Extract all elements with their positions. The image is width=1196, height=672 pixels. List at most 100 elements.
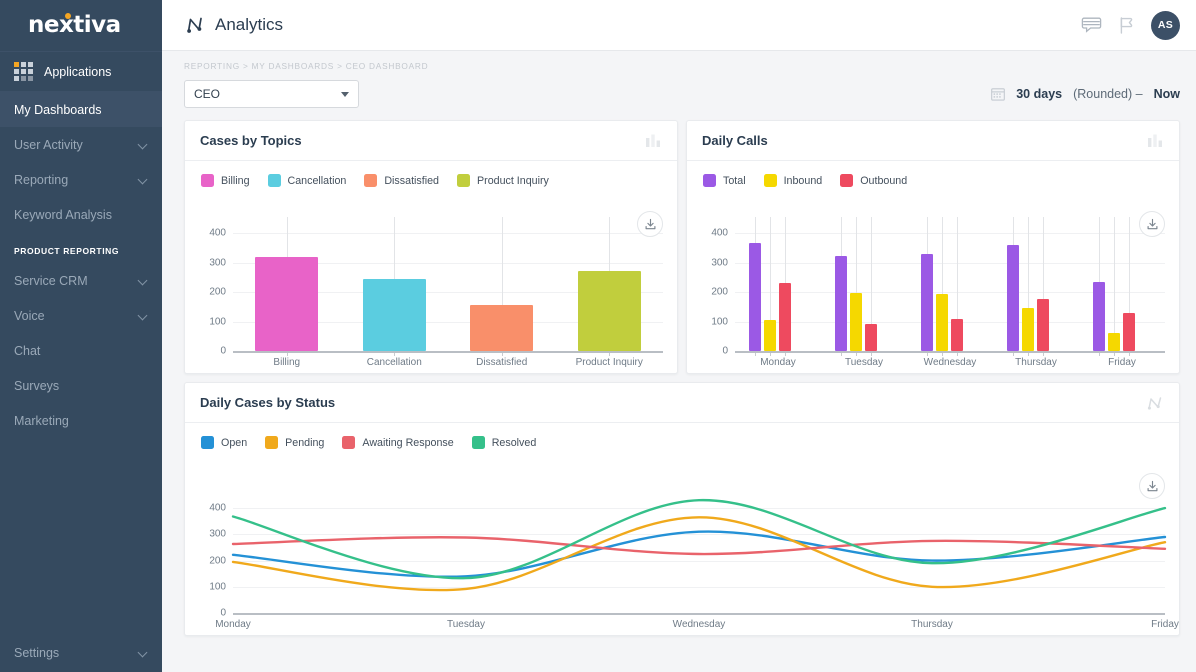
chart-bar[interactable] [749, 243, 761, 351]
legend-item[interactable]: Outbound [840, 174, 907, 187]
flag-icon[interactable] [1119, 16, 1134, 35]
main-area: Analytics AS REPORTING > MY DASHBOARDS >… [162, 0, 1196, 672]
chart-x-tick [755, 353, 756, 356]
avatar[interactable]: AS [1151, 10, 1180, 40]
chart-x-tick [785, 353, 786, 356]
chart-bar-whisker [755, 217, 756, 244]
chart-bar[interactable] [577, 270, 641, 351]
nextiva-logo[interactable]: nextiva [0, 0, 162, 51]
card-body: Open Pending Awaiting Response Resolved … [185, 423, 1179, 635]
chart-x-tick-label: Wednesday [923, 357, 977, 368]
chart-bar[interactable] [362, 279, 426, 351]
card-header: Daily Calls [687, 121, 1179, 161]
chart-x-tick [1099, 353, 1100, 356]
download-icon [1147, 218, 1157, 229]
card-daily-cases-by-status: Daily Cases by Status Open Pending Await… [184, 382, 1180, 636]
chart-bar[interactable] [1108, 332, 1120, 351]
legend-item[interactable]: Resolved [471, 436, 536, 449]
chart-x-tick [927, 353, 928, 356]
chart-x-tick-label: Monday [760, 357, 796, 368]
sidebar-item-user-activity[interactable]: User Activity [0, 127, 162, 162]
chart-bar-whisker [286, 217, 288, 257]
chart-y-tick-label: 400 [209, 227, 226, 239]
chart-bar-whisker [394, 217, 396, 280]
sidebar-item-keyword-analysis[interactable]: Keyword Analysis [0, 197, 162, 232]
chart-x-tick [286, 353, 288, 356]
chart-bar[interactable] [779, 282, 791, 351]
card-cases-by-topics: Cases by Topics Billing Cancellation Dis… [184, 120, 678, 374]
chart-y-tick-label: 0 [220, 345, 226, 357]
legend-item[interactable]: Cancellation [267, 174, 346, 187]
chart-axis-line [735, 351, 1165, 353]
legend-swatch [364, 174, 378, 187]
sidebar-item-chat[interactable]: Chat [0, 333, 162, 368]
date-range-picker[interactable]: 30 days (Rounded) – Now [991, 87, 1180, 101]
legend-item[interactable]: Billing [201, 174, 250, 187]
bar-chart-icon[interactable] [645, 133, 662, 148]
sidebar-item-settings[interactable]: Settings [0, 637, 162, 672]
line-chart-icon[interactable] [1146, 395, 1164, 411]
sidebar-item-reporting[interactable]: Reporting [0, 162, 162, 197]
sidebar-item-voice[interactable]: Voice [0, 298, 162, 333]
chart-bar[interactable] [1022, 308, 1034, 351]
analytics-logo-icon [184, 14, 206, 36]
download-button[interactable] [1139, 473, 1165, 499]
dashboard-select[interactable]: CEO [184, 80, 359, 108]
legend-label: Billing [221, 174, 250, 187]
legend-label: Total [723, 174, 746, 187]
chart-bar[interactable] [835, 256, 847, 351]
chart-bar[interactable] [470, 304, 534, 351]
chart-bar[interactable] [936, 294, 948, 351]
breadcrumb[interactable]: REPORTING > MY DASHBOARDS > CEO DASHBOAR… [184, 61, 1180, 71]
legend-item[interactable]: Inbound [763, 174, 822, 187]
sidebar-item-surveys[interactable]: Surveys [0, 368, 162, 403]
download-icon [1147, 480, 1157, 491]
chart-bar[interactable] [921, 253, 933, 351]
legend-item[interactable]: Awaiting Response [342, 436, 454, 449]
chart-bar-whisker [942, 217, 943, 295]
chart-gridline [735, 262, 1165, 264]
card-header: Cases by Topics [185, 121, 677, 161]
sidebar-item-marketing[interactable]: Marketing [0, 403, 162, 438]
chart-plot-area: 0 100 200 300 400 [711, 217, 1165, 357]
download-button[interactable] [1139, 211, 1165, 237]
legend-item[interactable]: Open [201, 436, 247, 449]
legend-item[interactable]: Pending [265, 436, 324, 449]
sidebar-item-applications[interactable]: Applications [0, 51, 162, 92]
chart-x-tick [394, 353, 396, 356]
bar-chart-icon[interactable] [1147, 133, 1164, 148]
chart-bar-whisker [1028, 217, 1029, 309]
chart-bar[interactable] [850, 292, 862, 351]
dashboard-controls: CEO 30 days (Rounded) – Now [184, 80, 1180, 108]
chart-x-tick-label: Billing [273, 357, 301, 368]
download-button[interactable] [637, 211, 663, 237]
chart-y-tick-label: 300 [209, 528, 226, 540]
sidebar-item-label: Settings [14, 645, 60, 660]
chart-y-tick-label: 100 [711, 316, 728, 327]
legend-item[interactable]: Total [703, 174, 746, 187]
chart-bar[interactable] [1123, 313, 1135, 351]
chart-bar[interactable] [1037, 298, 1049, 351]
sidebar-item-label: Chat [14, 343, 41, 358]
legend-swatch [265, 436, 279, 449]
sidebar-nav: My Dashboards User Activity Reporting Ke… [0, 92, 162, 672]
chart-bar[interactable] [1093, 281, 1105, 351]
chart-legend: Open Pending Awaiting Response Resolved [185, 423, 1179, 449]
chart-y-tick-label: 400 [209, 502, 226, 514]
chart-bar[interactable] [951, 318, 963, 351]
chart-x-tick [1043, 353, 1044, 356]
sidebar-item-my-dashboards[interactable]: My Dashboards [0, 92, 162, 127]
applications-label: Applications [44, 64, 112, 79]
chart-bar[interactable] [764, 320, 776, 351]
line-chart-svg [231, 498, 1167, 592]
chat-bubble-icon[interactable] [1081, 16, 1102, 35]
chart-bar[interactable] [865, 323, 877, 351]
sidebar-item-service-crm[interactable]: Service CRM [0, 263, 162, 298]
chart-bar[interactable] [1007, 245, 1019, 351]
legend-item[interactable]: Dissatisfied [364, 174, 439, 187]
line-series[interactable] [231, 536, 1167, 556]
legend-item[interactable]: Product Inquiry [457, 174, 549, 187]
chart-bar[interactable] [255, 256, 319, 351]
legend-swatch [201, 436, 214, 449]
dashboard-content: Cases by Topics Billing Cancellation Dis… [162, 108, 1196, 672]
